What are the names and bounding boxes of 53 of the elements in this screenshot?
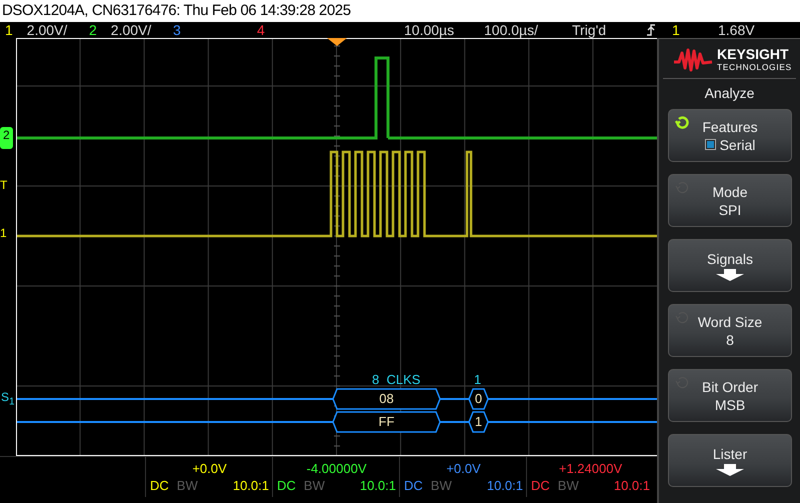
- channel-scale: 2.00V/: [26, 22, 68, 38]
- channel-offset: +0.0V: [445, 461, 482, 477]
- bus-label: S$_{1}$: [1, 390, 15, 408]
- timebase-value: 100.0µs/: [484, 22, 539, 38]
- probe-ratio: 10.0:1: [486, 477, 523, 495]
- channel-offset: +0.0V: [191, 461, 228, 477]
- clock-count-label: 8 CLKS: [372, 372, 420, 387]
- probe-ratio: 10.0:1: [232, 477, 269, 495]
- keysight-logo-icon: [673, 48, 713, 72]
- softkey-button[interactable]: Signals: [668, 239, 792, 292]
- channel-scale: 2.00V/: [110, 22, 152, 38]
- softkey-button[interactable]: Features Serial: [668, 109, 792, 162]
- bandwidth-limit-label: BW: [558, 477, 579, 495]
- softkey-button[interactable]: Mode SPI: [668, 174, 792, 227]
- down-arrow-icon: [715, 464, 745, 476]
- trigger-level: 1.68V: [718, 22, 755, 38]
- channel-marker: 1: [0, 226, 7, 240]
- packet-value: FF: [378, 414, 394, 430]
- channel-number: 2: [89, 22, 97, 38]
- packet-value: 0: [474, 391, 482, 407]
- down-arrow-icon: [715, 268, 745, 280]
- clock-count-label: 1: [474, 372, 482, 387]
- softkey-button[interactable]: Bit Order MSB: [668, 369, 792, 422]
- bandwidth-limit-label: BW: [176, 477, 198, 495]
- coupling-label: DC: [531, 477, 550, 495]
- coupling-label: DC: [277, 477, 296, 495]
- bandwidth-limit-label: BW: [430, 477, 452, 495]
- probe-ratio: 10.0:1: [360, 477, 396, 495]
- softkey-button[interactable]: Lister: [668, 434, 792, 487]
- trigger-level-marker: T: [0, 178, 8, 192]
- window-title: DSOX1204A, CN63176476: Thu Feb 06 14:39:28 2025: [1, 1, 351, 21]
- trigger-status: Trig'd: [572, 22, 608, 38]
- packet-outline: [468, 388, 489, 410]
- brand-name: KEYSIGHT: [717, 47, 790, 62]
- bandwidth-limit-label: BW: [304, 477, 325, 495]
- channel-number: 1: [5, 22, 13, 38]
- delay-value: 10.00µs: [404, 22, 456, 38]
- softkey-button[interactable]: Word Size 8: [668, 304, 792, 357]
- channel-offset: -4.00000V: [306, 461, 368, 477]
- coupling-label: DC: [404, 477, 423, 495]
- packet-outline: [468, 411, 489, 433]
- packet-value: 08: [379, 391, 394, 407]
- channel-number: 4: [257, 22, 265, 38]
- menu-title: Analyze: [704, 84, 756, 103]
- channel-offset: +1.24000V: [558, 461, 624, 477]
- packet-value: 1: [474, 414, 482, 430]
- rising-edge-icon: [646, 24, 656, 36]
- trigger-source: 1: [672, 22, 681, 38]
- coupling-label: DC: [150, 477, 169, 495]
- probe-ratio: 10.0:1: [614, 477, 650, 495]
- brand-subtitle: TECHNOLOGIES: [717, 62, 792, 72]
- channel-marker: 2: [0, 127, 13, 149]
- channel-number: 3: [173, 22, 181, 38]
